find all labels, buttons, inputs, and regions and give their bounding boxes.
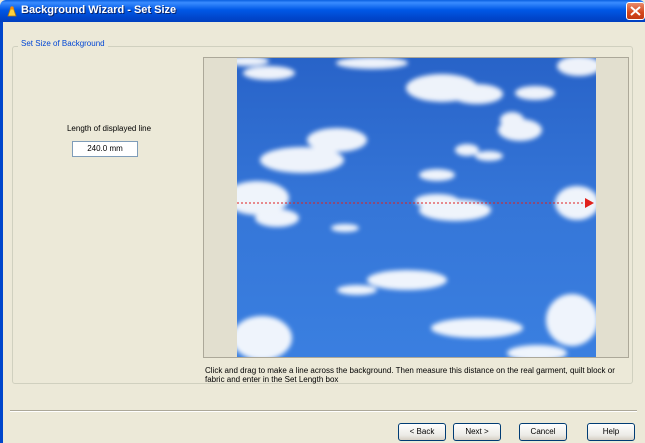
next-button[interactable]: Next >: [453, 423, 501, 441]
sky-image: [237, 58, 596, 357]
button-separator: [10, 410, 637, 412]
cancel-button[interactable]: Cancel: [519, 423, 567, 441]
help-button[interactable]: Help: [587, 423, 635, 441]
close-button[interactable]: [626, 2, 645, 20]
group-legend: Set Size of Background: [18, 39, 108, 48]
window-title: Background Wizard - Set Size: [21, 4, 177, 16]
instructions-text: Click and drag to make a line across the…: [205, 366, 615, 384]
close-icon: [630, 6, 641, 16]
title-bar[interactable]: Background Wizard - Set Size: [0, 0, 645, 22]
length-field[interactable]: 240.0 mm: [72, 141, 138, 157]
back-button[interactable]: < Back: [398, 423, 446, 441]
window-frame-left: [0, 22, 3, 443]
background-image[interactable]: [237, 58, 596, 357]
length-label: Length of displayed line: [66, 124, 152, 133]
wizard-app-icon: [7, 6, 17, 17]
